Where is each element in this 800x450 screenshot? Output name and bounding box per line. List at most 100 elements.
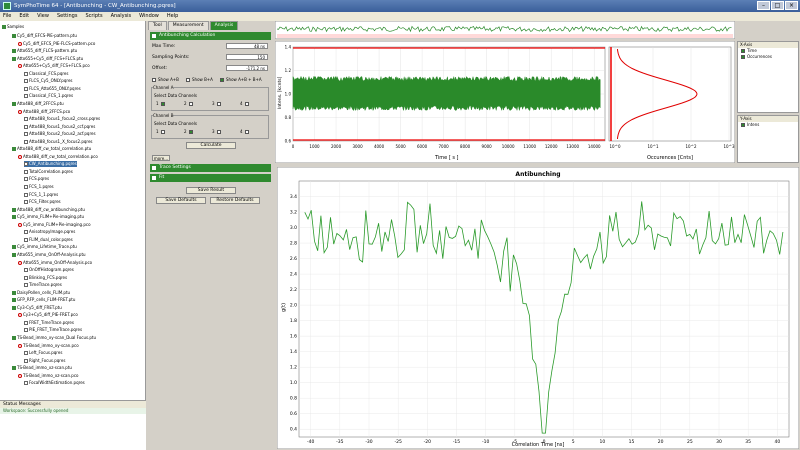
tree-item-label: TotalCorrelation.pqres [29, 168, 73, 174]
menu-help[interactable]: Help [166, 12, 179, 21]
restore-defaults-button[interactable]: Restore Defaults [210, 197, 260, 204]
corr-y-tick: 1.6 [290, 334, 297, 340]
tree-item[interactable]: Atto488_diff_cw_total_correlation.ptu [12, 146, 91, 152]
corr-x-tick: 30 [716, 439, 722, 445]
tree-item[interactable]: Atto488_focus1_focus2_ccf.pqres [24, 124, 95, 130]
tree-item[interactable]: Anisotropylmage.pqres [24, 229, 75, 235]
tree-item[interactable]: FCS.pqres [24, 176, 49, 182]
corr-y-tick: 1.2 [290, 365, 297, 371]
tree-item[interactable]: Cy3-Cy5_diff_FRET.ptu [12, 305, 62, 311]
ptu-file-icon [12, 215, 16, 220]
menu-view[interactable]: View [36, 12, 50, 21]
tree-item[interactable]: Atto655_immo_OnOff-Analysis.pco [18, 260, 92, 266]
close-button[interactable]: × [785, 1, 798, 10]
sampling-input[interactable]: 150 [226, 54, 268, 60]
channel-checkbox[interactable] [161, 102, 165, 106]
tree-item[interactable]: Atto488_diff_2FFCS.pco [18, 109, 70, 115]
legend-item-intens[interactable]: Intens [738, 122, 798, 128]
channel-checkbox[interactable] [217, 102, 221, 106]
menu-edit[interactable]: Edit [18, 12, 30, 21]
ptu-file-icon [12, 336, 16, 340]
fit-header[interactable]: Fit [150, 174, 271, 182]
tree-item[interactable]: TotalCorrelation.pqres [24, 169, 73, 175]
tree-item[interactable]: FCS_1_1.pqres [24, 192, 58, 198]
tree-item[interactable]: TimeTrace.pqres [24, 282, 62, 288]
tree-item[interactable]: Classical_FCS_1.pqres [24, 93, 73, 99]
tree-item[interactable]: Right_Focus.pqres [24, 358, 65, 364]
tree-item[interactable]: Classical_FCS.pqres [24, 71, 68, 77]
tree-item[interactable]: TS-Bead_immo_xy-scan.pco [18, 343, 79, 349]
legend-item-occurrences[interactable]: Occurrences [738, 54, 798, 60]
antibunching-section-header[interactable]: Antibunching Calculation [150, 32, 271, 40]
tree-item[interactable]: DaisyPollen_cells_FLIM.ptu [12, 290, 70, 296]
save-result-button[interactable]: Save Result [186, 187, 236, 194]
channel-checkbox[interactable] [161, 130, 165, 134]
tree-item[interactable]: Atto488_focus2_focus2_acf.pqres [24, 131, 96, 137]
tree-item[interactable]: TS-Bead_immo_xz-scan.pco [18, 373, 78, 379]
tree-item[interactable]: Atto488_diff_cw_antibunching.ptu [12, 207, 85, 213]
tree-item[interactable]: Cy5_immo_FLIM+Pie-imaging.pco [18, 222, 91, 228]
tree-item[interactable]: FLCS_Atto655_ONLY.pqres [24, 86, 81, 92]
tree-item[interactable]: Atto488_diff_2FFCS.ptu [12, 101, 64, 107]
show-ab-checkbox[interactable] [220, 78, 224, 82]
max-time-input[interactable]: 48 ns [226, 43, 268, 49]
minimize-button[interactable]: – [757, 1, 770, 10]
tree-item[interactable]: FRET_TimeTrace.pqres [24, 320, 74, 326]
tree-item[interactable]: Atto488_focus1_focus2_cross.pqres [24, 116, 100, 122]
trace-settings-header[interactable]: Trace Settings [150, 164, 271, 172]
tab-analysis[interactable]: Analysis [209, 21, 239, 30]
tree-item[interactable]: TS-Bead_immo_xy-scan_Dual Focus.ptu [12, 335, 96, 341]
tab-measurement[interactable]: Measurement [167, 21, 209, 30]
tree-item[interactable]: PIE_FRET_TimeTrace.pqres [24, 327, 82, 333]
channel-checkbox[interactable] [245, 130, 249, 134]
tree-item[interactable]: Atto655_diff_FLCS-pattern.ptu [12, 48, 77, 54]
calculate-button[interactable]: Calculate [186, 142, 236, 149]
tree-item[interactable]: TS-Bead_immo_xz-scan.ptu [12, 365, 72, 371]
tree-item[interactable]: Cy5_immo_FLIM+Pie-imaging.ptu [12, 214, 84, 220]
tree-item[interactable]: Atto488_diff_cw_total_correlation.pco [18, 154, 98, 160]
tree-item[interactable]: FCS_1.pqres [24, 184, 54, 190]
overview-strip[interactable] [275, 21, 735, 39]
tree-item[interactable]: Cy5_diff_EFCS_PIE-FLCS-pattern.pco [18, 41, 95, 47]
tree-item[interactable]: Atto655+Cy5_diff_FCS+FLCS.ptu [12, 56, 83, 62]
tree-item[interactable]: Cy5_immo_Lifetime_Trace.ptu [12, 244, 77, 250]
corr-y-tick: 0.8 [290, 396, 297, 402]
tree-item[interactable]: CW_Antibunching.pqres [24, 161, 77, 168]
tree-root[interactable]: Samples [2, 24, 24, 30]
tab-tool[interactable]: Tool [148, 21, 167, 30]
channel-checkbox[interactable] [245, 102, 249, 106]
antibunching-chart[interactable]: Antibunching 0.4 0.6 0.8 1.0 1.2 1.4 1.6 1.8 2.0… [277, 167, 799, 449]
menu-window[interactable]: Window [138, 12, 160, 21]
menu-settings[interactable]: Settings [56, 12, 79, 21]
tree-item[interactable]: Atto488_focus1_X_focus2.pqres [24, 139, 93, 145]
tree-item[interactable]: Cy3+Cy5_diff_PIE-FRET.pco [18, 312, 78, 318]
tree-item[interactable]: Cy5_diff_EFCS-PIE-pattern.ptu [12, 33, 77, 39]
tree-item[interactable]: FLCS_Cy5_ONLY.pqres [24, 78, 73, 84]
corr-x-tick: 5 [572, 439, 575, 445]
channel-checkbox[interactable] [217, 130, 221, 134]
tree-item[interactable]: Atto655_immo_OnOff-Analysis.ptu [12, 252, 86, 258]
tree-item[interactable]: FLIM_dual_color.pqres [24, 237, 73, 243]
tree-item-label: Atto655_immo_OnOff-Analysis.ptu [17, 251, 86, 257]
intensity-trace-chart[interactable]: 0.6 0.8 1.0 1.2 1.4 0 1000 2000 3000 4000 5000 6000… [275, 41, 735, 163]
result-file-icon [24, 192, 28, 197]
tree-item[interactable]: Atto655+Cy5_diff_FCS+FLCS.pco [18, 63, 90, 69]
offset-input[interactable]: -171.2 ns [226, 65, 268, 71]
maximize-button[interactable]: □ [771, 1, 784, 10]
tree-item[interactable]: Blinking_FCS.pqres [24, 275, 67, 281]
tree-item[interactable]: Left_Focus.pqres [24, 350, 62, 356]
tree-item[interactable]: GFP_RFP_cells_FLIM-FRET.ptu [12, 297, 75, 303]
save-defaults-button[interactable]: Save Defaults [156, 197, 206, 204]
show-a-checkbox[interactable] [152, 78, 156, 82]
show-b-checkbox[interactable] [186, 78, 190, 82]
menu-file[interactable]: File [2, 12, 12, 21]
tree-item[interactable]: FocalWidthEstimation.pqres [24, 380, 85, 386]
tree-item[interactable]: OnOffHistogram.pqres [24, 267, 74, 273]
analysis-panel: Tool Measurement Analysis Antibunching C… [148, 21, 273, 450]
tree-item[interactable]: FCS_Filter.pqres [24, 199, 61, 205]
channel-checkbox[interactable] [189, 130, 193, 134]
channel-checkbox[interactable] [189, 102, 193, 106]
menu-analysis[interactable]: Analysis [110, 12, 133, 21]
more-button[interactable]: more... [152, 155, 170, 161]
menu-scripts[interactable]: Scripts [84, 12, 103, 21]
